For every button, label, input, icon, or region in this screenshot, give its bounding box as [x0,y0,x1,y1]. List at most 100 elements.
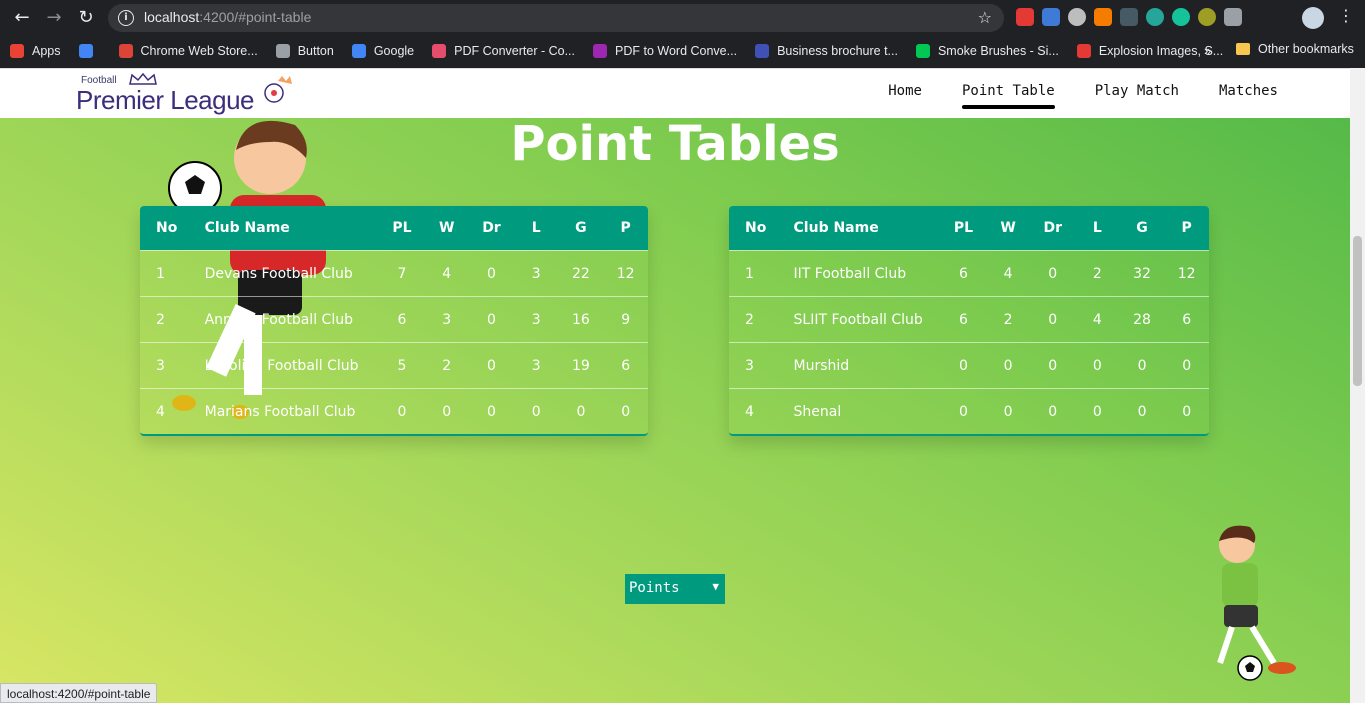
column-header: No [745,220,767,236]
table-cell: 7 [397,265,407,282]
bookmark-item[interactable]: Smoke Brushes - Si... [915,44,1059,58]
back-icon[interactable]: ← [12,8,32,28]
url-text[interactable]: localhost:4200/#point-table [144,9,311,25]
bookmark-item[interactable]: Chrome Web Store... [118,44,258,58]
column-header: W [1000,220,1016,236]
table-cell: 4 [745,403,754,420]
table-cell: 4 [1003,265,1013,282]
table-cell: 0 [1182,403,1192,420]
bookmarks-bar: Apps Chrome Web Store... Button Google PDF C… [0,37,1365,65]
page-content: Football Premier League Home Point Table P… [0,68,1350,703]
address-bar[interactable]: i localhost:4200/#point-table ☆ [108,4,1004,32]
table-cell: 3 [745,357,754,374]
table-cell: 2 [442,357,452,374]
table-row: 2 Annites Football Club 6 3 0 3 16 9 [140,296,648,342]
table-cell: 3 [531,265,541,282]
table-cell: 0 [1048,403,1058,420]
table-cell: 0 [1092,357,1102,374]
bookmark-item[interactable]: Business brochure t... [755,44,898,58]
extension-icon[interactable] [1198,8,1216,26]
extension-icon[interactable] [1068,8,1086,26]
column-header: G [1136,220,1148,236]
scrollbar-thumb[interactable] [1353,236,1362,386]
bookmark-item[interactable]: Google [351,44,414,58]
table-cell: 0 [1048,357,1058,374]
table-cell: 0 [1137,357,1147,374]
table-cell: Devans Football Club [204,265,353,282]
table-cell: 0 [487,357,496,374]
table-row: 4 Marians Football Club 0 0 0 0 0 0 [140,388,648,434]
extensions [1016,8,1242,26]
point-table: No Club Name PL W Dr L G P 1 Devans Football Club… [140,206,648,436]
table-row: 2 SLIIT Football Club 6 2 0 4 28 6 [729,296,1209,342]
bookmark-item[interactable]: Explosion Images, S... [1076,44,1223,58]
nav-link-matches[interactable]: Matches [1219,83,1278,105]
table-cell: 6 [397,311,407,328]
table-cell: Loyolian Football Club [204,357,359,374]
grammarly-icon[interactable] [1172,8,1190,26]
page-scrollbar[interactable] [1350,68,1365,703]
other-bookmarks[interactable]: Other bookmarks [1236,42,1354,56]
puzzle-icon[interactable] [1224,8,1242,26]
table-cell: 12 [1177,265,1196,282]
table-header: No Club Name PL W Dr L G P [140,206,648,250]
table-cell: 6 [1182,311,1192,328]
table-cell: 0 [531,403,541,420]
table-cell: 28 [1133,311,1151,328]
column-header: P [620,220,631,236]
bookmark-item[interactable]: PDF Converter - Co... [432,44,575,58]
table-cell: 0 [1003,403,1013,420]
bookmark-item[interactable]: PDF to Word Conve... [593,44,737,58]
bookmark-item[interactable] [78,44,101,58]
bookmark-label: Smoke Brushes - Si... [937,44,1059,58]
table-row: 3 Murshid 0 0 0 0 0 0 [729,342,1209,388]
table-cell: Marians Football Club [204,403,356,420]
table-row: 3 Loyolian Football Club 5 2 0 3 19 6 [140,342,648,388]
column-header: Club Name [204,220,290,236]
column-header: W [439,220,455,236]
avatar[interactable] [1302,7,1324,29]
crown-icon [129,73,157,85]
table-cell: 2 [156,311,165,328]
extension-icon[interactable] [1094,8,1112,26]
table-cell: 2 [1003,311,1013,328]
table-cell: 1 [745,265,754,282]
bookmarks-overflow-button[interactable]: » [1204,43,1211,58]
table-cell: 12 [616,265,635,282]
table-cell: Shenal [793,403,842,420]
nav-link-point-table[interactable]: Point Table [961,83,1055,109]
bookmark-item[interactable]: Button [275,44,334,58]
bookmark-item[interactable]: Apps [10,44,61,58]
other-bookmarks-label: Other bookmarks [1258,42,1354,56]
premier-league-logo[interactable]: Football Premier League [76,73,296,117]
table-cell: 0 [958,357,968,374]
bookmark-favicon-icon [118,44,133,58]
column-header: Dr [1043,220,1062,236]
forward-icon[interactable]: → [44,8,64,28]
table-cell: 0 [1137,403,1147,420]
bookmark-label: Button [297,44,334,58]
top-navbar: Football Premier League Home Point Table P… [0,68,1350,118]
extension-icon[interactable] [1120,8,1138,26]
site-info-icon[interactable]: i [118,10,134,26]
menu-dots-icon[interactable]: ⋮ [1338,6,1354,25]
table-cell: 9 [621,311,631,328]
column-header: Dr [482,220,501,236]
bookmark-label: Apps [32,44,61,58]
table-cell: Annites Football Club [204,311,353,328]
reload-icon[interactable]: ↻ [76,8,96,28]
extension-icon[interactable] [1146,8,1164,26]
extension-icon[interactable] [1016,8,1034,26]
column-header: PL [953,220,973,236]
bookmark-star-icon[interactable]: ☆ [978,8,992,27]
extension-icon[interactable] [1042,8,1060,26]
table-cell: 0 [1048,265,1058,282]
table-cell: Murshid [793,357,850,374]
nav-link-play-match[interactable]: Play Match [1095,83,1179,105]
table-header: No Club Name PL W Dr L G P [729,206,1209,250]
table-cell: 1 [156,265,165,282]
table-row: 4 Shenal 0 0 0 0 0 0 [729,388,1209,434]
nav-link-home[interactable]: Home [888,83,922,105]
table-cell: 3 [531,311,541,328]
sort-select[interactable]: Points ▼ [625,574,725,604]
